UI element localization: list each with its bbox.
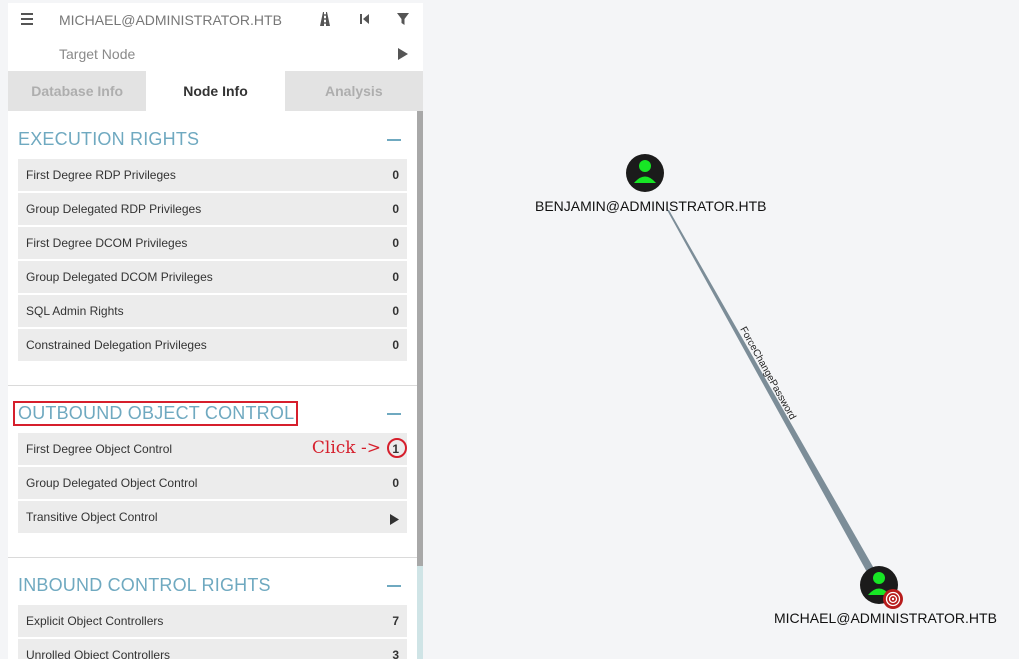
row-count[interactable]: 0 (392, 236, 399, 250)
click-annotation: Click -> (311, 438, 381, 458)
tab-node-info[interactable]: Node Info (146, 71, 285, 111)
row-label: First Degree RDP Privileges (26, 168, 176, 182)
graph-canvas[interactable]: BENJAMIN@ADMINISTRATOR.HTB MICHAEL@ADMIN… (423, 0, 1019, 659)
section-title-outbound-object-control[interactable]: OUTBOUND OBJECT CONTROL (13, 401, 299, 426)
node-label-michael: MICHAEL@ADMINISTRATOR.HTB (774, 610, 997, 626)
row-count[interactable]: 3 (392, 648, 399, 659)
row-label: Group Delegated RDP Privileges (26, 202, 202, 216)
list-item[interactable]: Unrolled Object Controllers 3 (18, 639, 407, 659)
menu-icon[interactable] (21, 13, 33, 25)
list-item[interactable]: Transitive Object Control (18, 501, 407, 534)
collapse-icon[interactable] (387, 139, 401, 141)
row-count[interactable]: 0 (392, 476, 399, 490)
collapse-icon[interactable] (387, 585, 401, 587)
row-label: First Degree DCOM Privileges (26, 236, 188, 250)
list-item[interactable]: First Degree RDP Privileges 0 (18, 159, 407, 192)
row-label: Group Delegated Object Control (26, 476, 198, 490)
tab-database-info[interactable]: Database Info (8, 71, 147, 111)
row-label: Group Delegated DCOM Privileges (26, 270, 213, 284)
list-item[interactable]: Group Delegated DCOM Privileges 0 (18, 261, 407, 294)
target-node-row (8, 37, 423, 71)
row-count[interactable]: 0 (392, 168, 399, 182)
list-item[interactable]: Explicit Object Controllers 7 (18, 605, 407, 638)
list-item[interactable]: Constrained Delegation Privileges 0 (18, 329, 407, 362)
side-panel: Database Info Node Info Analysis EXECUTI… (8, 3, 423, 659)
back-icon[interactable] (357, 11, 373, 27)
list-item[interactable]: First Degree DCOM Privileges 0 (18, 227, 407, 260)
list-item[interactable]: First Degree Object Control Click -> 1 (18, 433, 407, 466)
node-label-benjamin: BENJAMIN@ADMINISTRATOR.HTB (535, 198, 767, 214)
node-benjamin[interactable] (626, 154, 664, 192)
row-count[interactable]: 7 (392, 614, 399, 628)
row-label: First Degree Object Control (26, 442, 173, 456)
graph-svg (626, 154, 903, 609)
filter-icon[interactable] (395, 11, 411, 27)
section-title-execution-rights[interactable]: EXECUTION RIGHTS (18, 129, 199, 150)
section-divider (8, 385, 417, 386)
row-label: Transitive Object Control (26, 510, 158, 524)
row-label: Unrolled Object Controllers (26, 648, 171, 659)
node-michael[interactable] (860, 566, 903, 609)
pathfinding-icon[interactable] (317, 11, 333, 27)
row-count[interactable]: 0 (392, 270, 399, 284)
section-divider (8, 557, 417, 558)
node-info-content: EXECUTION RIGHTS First Degree RDP Privil… (8, 111, 417, 659)
start-node-row (8, 3, 423, 37)
section-title-inbound-control-rights[interactable]: INBOUND CONTROL RIGHTS (18, 575, 271, 596)
row-label: Explicit Object Controllers (26, 614, 164, 628)
start-node-input[interactable] (59, 10, 299, 30)
list-item[interactable]: Group Delegated Object Control 0 (18, 467, 407, 500)
list-item[interactable]: SQL Admin Rights 0 (18, 295, 407, 328)
target-icon (883, 589, 903, 609)
row-label: Constrained Delegation Privileges (26, 338, 207, 352)
play-icon[interactable] (397, 47, 413, 63)
tab-bar: Database Info Node Info Analysis (8, 71, 423, 111)
tab-analysis[interactable]: Analysis (284, 71, 423, 111)
row-count[interactable]: 0 (392, 202, 399, 216)
row-count[interactable]: 0 (392, 338, 399, 352)
list-item[interactable]: Group Delegated RDP Privileges 0 (18, 193, 407, 226)
row-label: SQL Admin Rights (26, 304, 124, 318)
target-node-input[interactable] (59, 44, 299, 64)
expand-arrow-icon[interactable] (390, 512, 399, 530)
row-count[interactable]: 1 (392, 442, 399, 456)
row-count[interactable]: 0 (392, 304, 399, 318)
collapse-icon[interactable] (387, 413, 401, 415)
